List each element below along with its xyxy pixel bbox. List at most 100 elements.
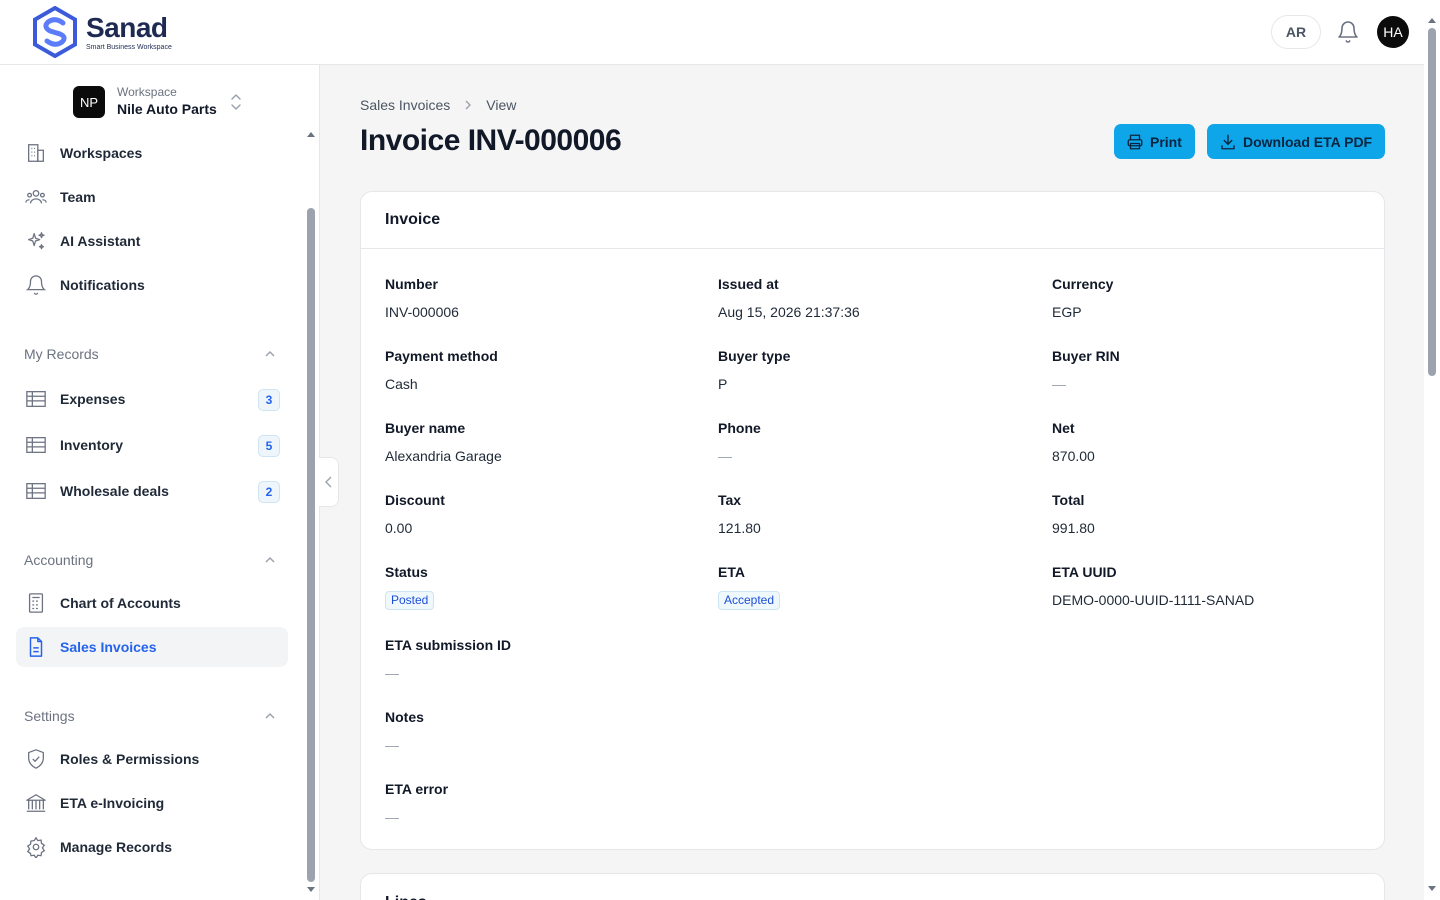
field-value: — [718,448,732,464]
field-value: 870.00 [1052,448,1095,464]
chevron-left-icon [324,476,331,488]
field-status: Status Posted [385,563,685,610]
table-icon [24,479,48,503]
workspace-name: Nile Auto Parts [117,101,217,117]
brand-tagline: Smart Business Workspace [86,43,172,51]
field-notes: Notes — [385,708,685,754]
chevron-up-down-icon[interactable] [230,92,242,112]
page-scrollbar-thumb[interactable] [1428,28,1436,376]
page-scrollbar[interactable] [1424,0,1440,900]
field-label: Status [385,564,428,580]
sidebar-item-expenses[interactable]: Expenses 3 [16,379,288,419]
field-value: P [718,376,728,392]
field-discount: Discount 0.00 [385,491,685,537]
sidebar-item-label: Team [60,189,96,205]
sidebar-item-notifications[interactable]: Notifications [16,265,288,305]
sidebar: NP Workspace Nile Auto Parts Workspaces … [0,65,320,900]
count-badge: 3 [258,389,280,411]
page-title: Invoice INV-000006 [360,124,622,157]
chevron-up-icon[interactable] [264,554,276,566]
count-badge: 5 [258,435,280,457]
scroll-up-arrow-icon[interactable] [1428,18,1436,23]
field-label: Total [1052,492,1085,508]
scroll-up-arrow-icon[interactable] [307,132,315,137]
sidebar-item-sales-invoices[interactable]: Sales Invoices [16,627,288,667]
table-icon [24,387,48,411]
field-value: — [1052,376,1066,392]
field-label: ETA UUID [1052,564,1117,580]
field-number: Number INV-000006 [385,275,685,321]
field-label: ETA submission ID [385,637,512,653]
sidebar-item-inventory[interactable]: Inventory 5 [16,425,288,465]
collapse-sidebar-button[interactable] [319,457,339,507]
notifications-bell-icon[interactable] [1336,20,1360,44]
invoice-lines-card: Lines [360,873,1385,900]
field-net: Net 870.00 [1052,419,1352,465]
sidebar-item-label: Wholesale deals [60,483,169,499]
chevron-up-icon[interactable] [264,348,276,360]
field-tax: Tax 121.80 [718,491,1018,537]
field-eta: ETA Accepted [718,563,1018,610]
field-label: ETA [718,564,745,580]
field-eta-error: ETA error — [385,780,685,826]
field-currency: Currency EGP [1052,275,1352,321]
sidebar-item-team[interactable]: Team [16,177,288,217]
ledger-icon [24,591,48,615]
sidebar-item-workspaces[interactable]: Workspaces [16,133,288,173]
sidebar-item-label: Expenses [60,391,126,407]
field-label: Issued at [718,276,779,292]
sidebar-scrollbar[interactable] [304,129,318,900]
language-toggle-button[interactable]: AR [1271,15,1321,49]
download-icon [1221,134,1235,149]
field-value: EGP [1052,304,1082,320]
section-title: Settings [24,708,75,724]
shield-icon [24,747,48,771]
bank-icon [24,791,48,815]
sidebar-item-label: ETA e-Invoicing [60,795,165,811]
top-bar: Sanad Smart Business Workspace AR HA [0,0,1424,65]
download-eta-pdf-button[interactable]: Download ETA PDF [1207,124,1385,159]
sidebar-item-label: Chart of Accounts [60,595,181,611]
sidebar-item-wholesale-deals[interactable]: Wholesale deals 2 [16,471,288,511]
field-label: Buyer type [718,348,791,364]
field-value: — [385,737,399,753]
breadcrumb-link-sales-invoices[interactable]: Sales Invoices [360,97,450,113]
building-icon [24,141,48,165]
card-title: Invoice [361,192,1384,249]
sidebar-item-label: Notifications [60,277,145,293]
sidebar-item-label: Manage Records [60,839,173,855]
gear-icon [24,835,48,859]
print-button[interactable]: Print [1114,124,1195,159]
sidebar-item-roles-permissions[interactable]: Roles & Permissions [16,739,288,779]
sidebar-item-eta-e-invoicing[interactable]: ETA e-Invoicing [16,783,288,823]
section-my-records[interactable]: My Records [24,346,276,362]
field-label: Payment method [385,348,498,364]
brand-logo[interactable]: Sanad Smart Business Workspace [32,6,172,58]
sidebar-item-ai-assistant[interactable]: AI Assistant [16,221,288,261]
user-avatar[interactable]: HA [1377,16,1409,48]
field-buyer-rin: Buyer RIN — [1052,347,1352,393]
section-settings[interactable]: Settings [24,708,276,724]
sidebar-item-manage-records[interactable]: Manage Records [16,827,288,867]
workspace-switcher[interactable]: NP Workspace Nile Auto Parts [73,85,217,119]
scroll-down-arrow-icon[interactable] [1428,886,1436,891]
workspace-avatar: NP [73,86,105,118]
field-label: Buyer name [385,420,466,436]
sidebar-scrollbar-thumb[interactable] [307,208,315,882]
section-accounting[interactable]: Accounting [24,552,276,568]
download-button-label: Download ETA PDF [1243,133,1373,150]
field-label: Discount [385,492,445,508]
print-button-label: Print [1150,133,1182,150]
count-badge: 2 [258,481,280,503]
sidebar-item-label: AI Assistant [60,233,141,249]
field-value: INV-000006 [385,304,459,320]
field-label: Net [1052,420,1075,436]
sanad-logo-icon [33,6,77,58]
field-value: DEMO-0000-UUID-1111-SANAD [1052,592,1255,608]
field-eta-submission-id: ETA submission ID — [385,636,685,682]
sidebar-item-label: Inventory [60,437,124,453]
field-buyer-type: Buyer type P [718,347,1018,393]
chevron-up-icon[interactable] [264,710,276,722]
scroll-down-arrow-icon[interactable] [307,887,315,892]
sidebar-item-chart-of-accounts[interactable]: Chart of Accounts [16,583,288,623]
